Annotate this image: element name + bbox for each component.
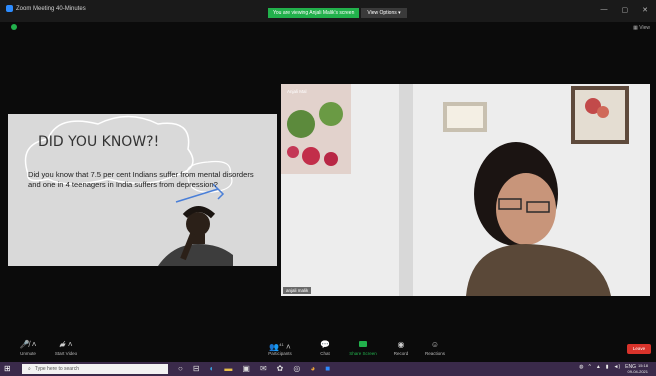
viewing-label: You are viewing Anjali Malik's screen [268, 8, 360, 18]
participants-icon: 👥41 ˄ [269, 342, 291, 352]
participant-video[interactable]: Anjali Mal anjali malik [281, 84, 650, 296]
maximize-icon[interactable]: ▢ [622, 6, 629, 14]
leave-button[interactable]: Leave [627, 344, 651, 354]
slide-heading: DID YOU KNOW?! [38, 134, 160, 150]
media-icon[interactable]: ◎ [293, 364, 300, 374]
window-title: Zoom Meeting 40-Minutes [16, 5, 86, 12]
thinking-person-image [158, 206, 233, 266]
volume-icon[interactable]: ◄) [614, 364, 621, 370]
video-scene [281, 84, 650, 296]
file-explorer-icon[interactable]: ▬ [224, 364, 232, 374]
participant-name-label: anjali malik [283, 287, 312, 294]
app-icon[interactable]: ✿ [277, 364, 284, 374]
participant-name-tag: Anjali Mal [287, 89, 307, 94]
people-icon[interactable]: ◍ [579, 364, 583, 370]
mail-icon[interactable]: ✉ [260, 364, 267, 374]
participants-button[interactable]: 👥41 ˄ Participants [260, 339, 300, 356]
participants-count: 41 [279, 342, 284, 347]
chevron-up-icon[interactable]: ^ [588, 364, 590, 370]
shared-screen: DID YOU KNOW?! Did you know that 7.5 per… [8, 114, 277, 266]
network-icon[interactable]: ▲ [596, 364, 601, 370]
search-icon: ⌕ [28, 366, 31, 372]
cortana-icon[interactable]: ○ [178, 364, 183, 374]
chat-icon: 💬 [320, 340, 330, 349]
slide-body: Did you know that 7.5 per cent Indians s… [28, 170, 254, 189]
store-icon[interactable]: ▣ [242, 364, 250, 374]
view-options-button[interactable]: View Options ▾ [361, 8, 407, 18]
windows-start-icon[interactable]: ⊞ [4, 365, 12, 373]
edge-icon[interactable]: ◐ [210, 364, 215, 374]
zoom-taskbar-icon[interactable]: ■ [325, 364, 330, 374]
close-icon[interactable]: ✕ [642, 6, 648, 14]
clock-date: 09-04-2021 [627, 369, 648, 374]
security-shield-icon[interactable] [11, 24, 17, 30]
video-off-icon: ▰̸ ˄ [59, 340, 73, 349]
unmute-button[interactable]: 🎤̸ ˄ Unmute [8, 339, 48, 356]
taskbar-search[interactable]: ⌕ Type here to search [22, 364, 168, 374]
screen-share-banner: You are viewing Anjali Malik's screen Vi… [268, 8, 407, 18]
battery-icon[interactable]: ▮ [606, 364, 609, 370]
chrome-icon[interactable]: ◕ [310, 364, 315, 374]
reactions-button[interactable]: ☺ Reactions [415, 339, 455, 356]
zoom-logo-icon [6, 5, 13, 12]
window-controls: — ▢ ✕ [601, 6, 649, 14]
title-bar: Zoom Meeting 40-Minutes You are viewing … [0, 0, 656, 22]
chat-button[interactable]: 💬 Chat [305, 339, 345, 356]
view-button[interactable]: ▦ View [633, 25, 650, 31]
taskbar-apps: ○ ⊟ ◐ ▬ ▣ ✉ ✿ ◎ ◕ ■ [178, 364, 330, 374]
share-screen-icon [343, 339, 383, 351]
start-video-button[interactable]: ▰̸ ˄ Start Video [46, 339, 86, 356]
app-title: Zoom Meeting 40-Minutes [6, 5, 86, 12]
microphone-muted-icon: 🎤̸ ˄ [19, 340, 37, 349]
share-screen-button[interactable]: Share Screen [343, 339, 383, 356]
taskbar-clock[interactable]: 15:18 09-04-2021 [628, 363, 648, 375]
reactions-icon: ☺ [430, 340, 440, 349]
task-view-icon[interactable]: ⊟ [193, 364, 200, 374]
meeting-toolbar: 🎤̸ ˄ Unmute ▰̸ ˄ Start Video 👥41 ˄ Parti… [0, 339, 656, 361]
minimize-icon[interactable]: — [601, 6, 608, 14]
windows-taskbar: ⊞ ⌕ Type here to search ○ ⊟ ◐ ▬ ▣ ✉ ✿ ◎ ◕… [0, 362, 656, 376]
